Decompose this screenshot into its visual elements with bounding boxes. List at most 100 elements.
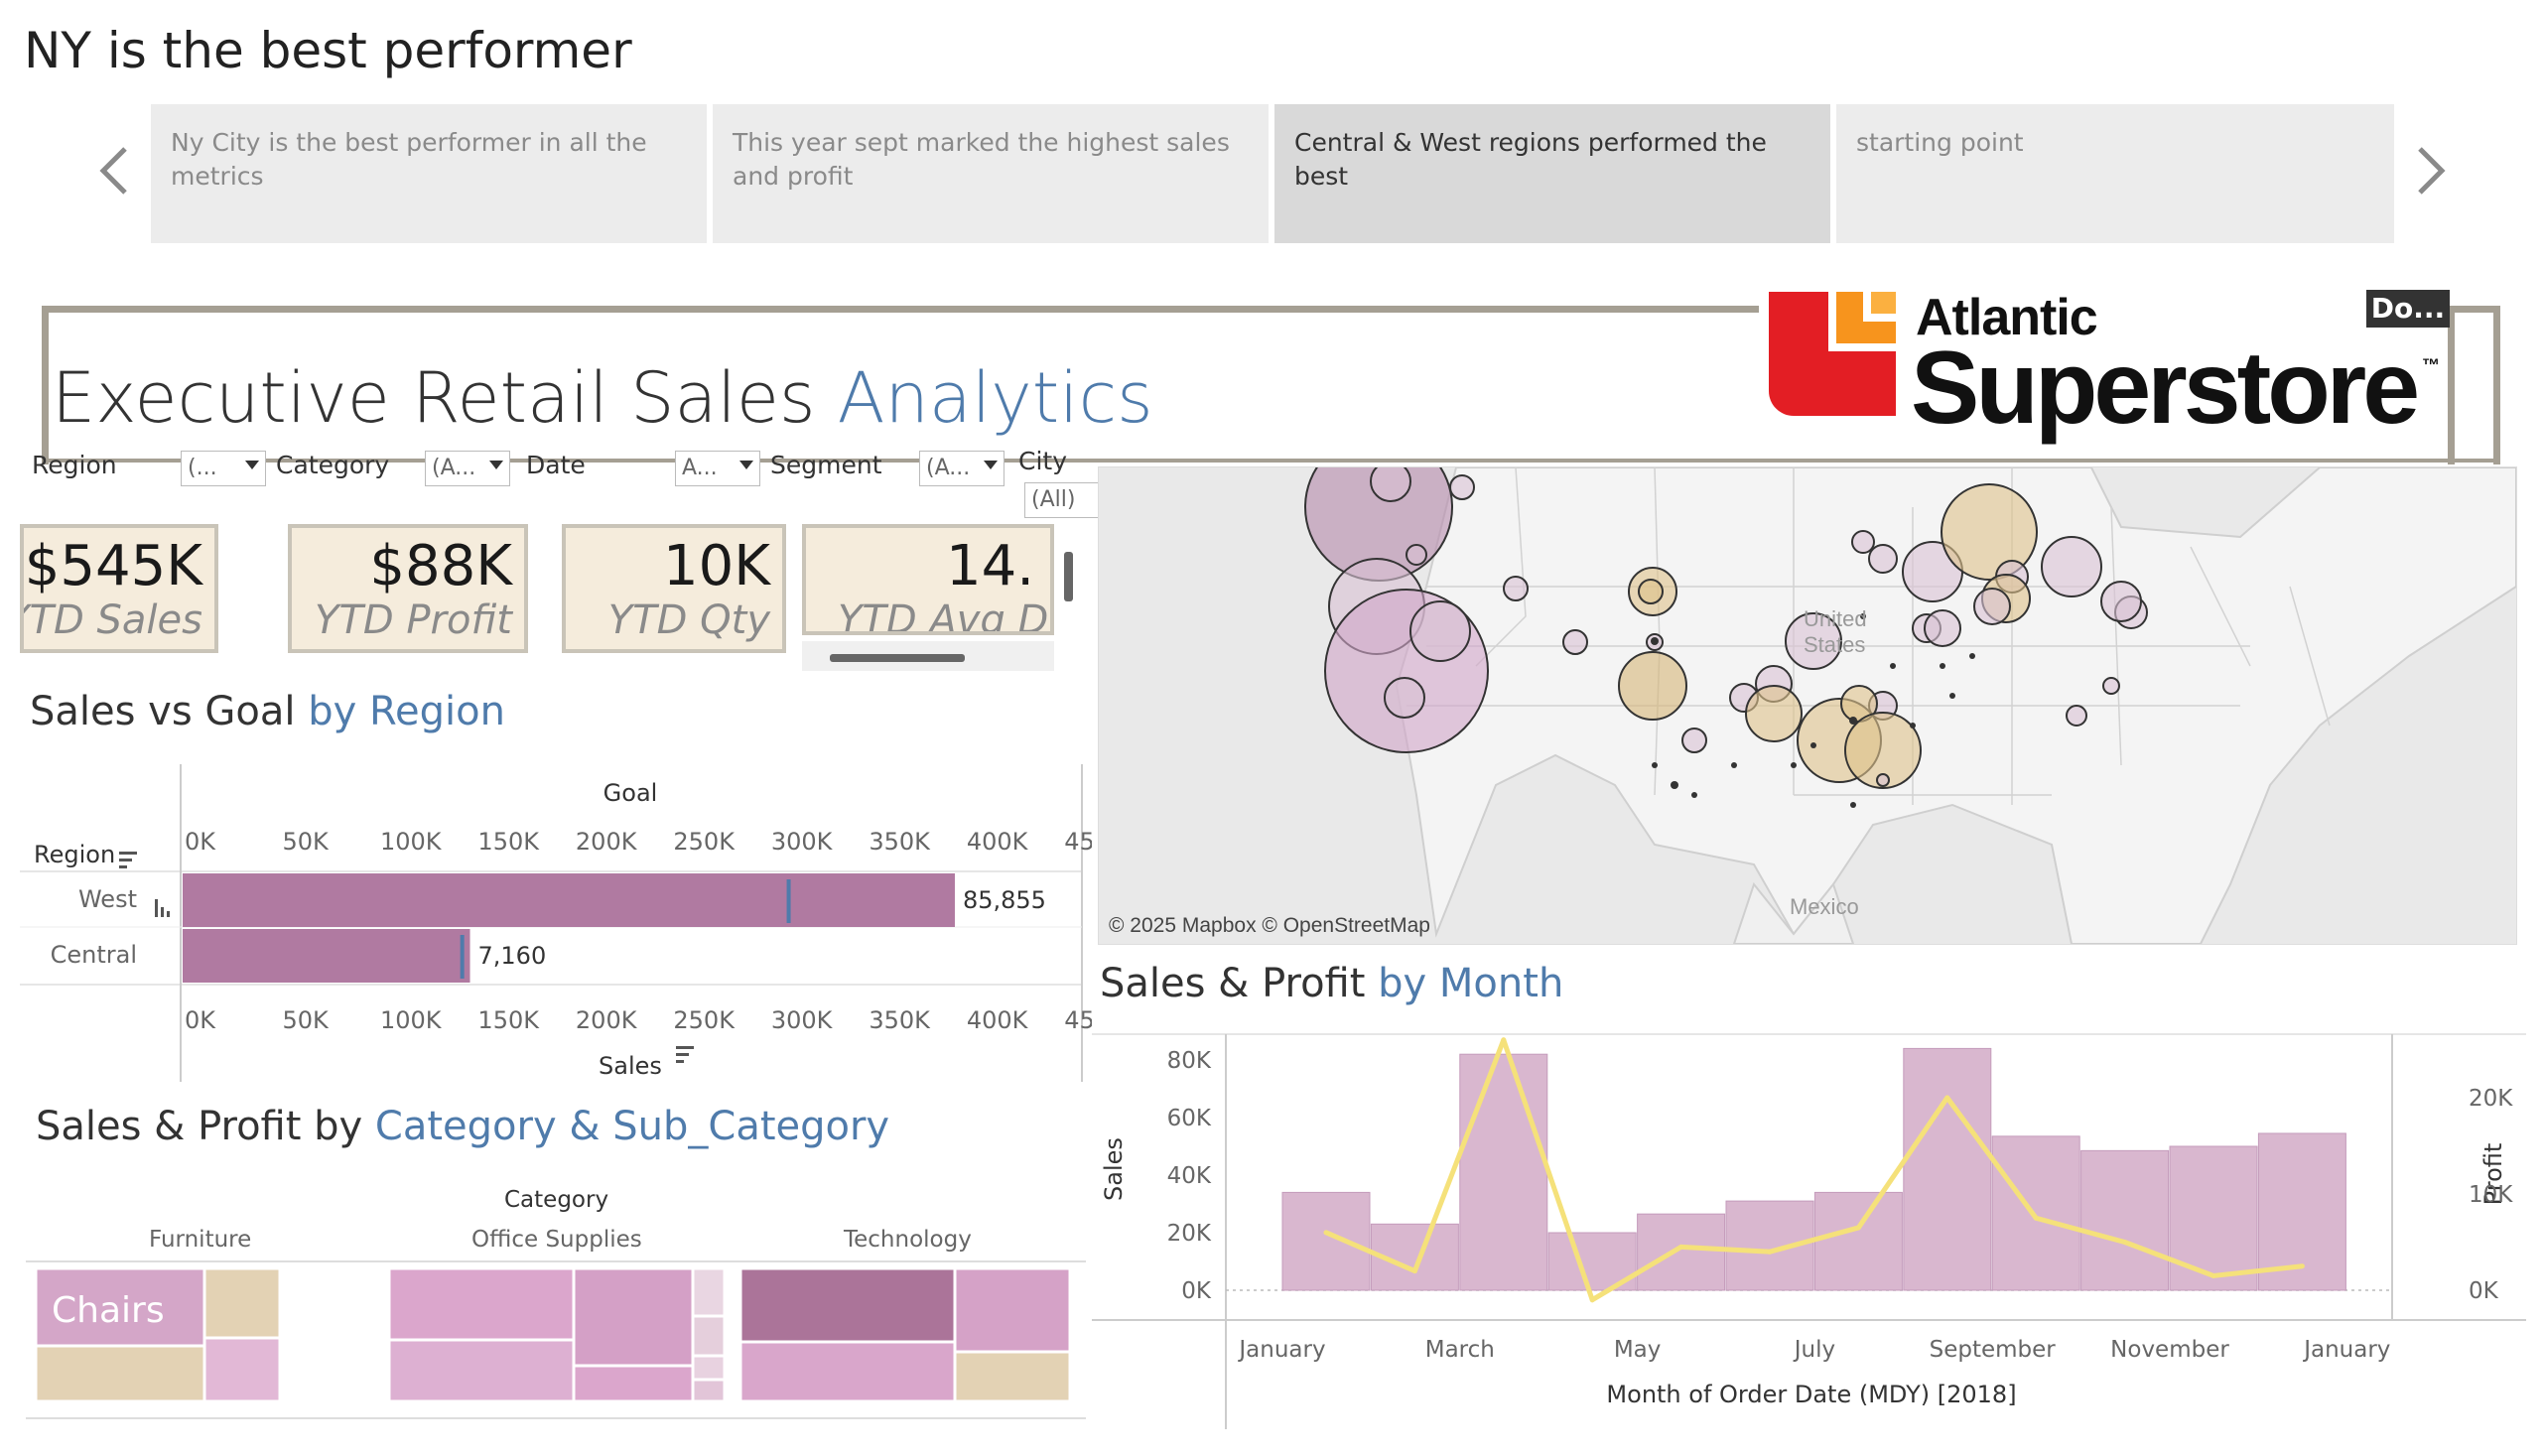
horizontal-scrollbar[interactable]: [830, 654, 965, 662]
sales-bar[interactable]: [1903, 1047, 1992, 1291]
treemap-tile[interactable]: [691, 1354, 727, 1382]
frame-left: [42, 306, 49, 464]
goal-axis-title: Goal: [603, 779, 658, 807]
chevron-right-icon[interactable]: [2410, 134, 2450, 213]
y-right-tick: 10K: [2469, 1182, 2513, 1208]
region-row-label: West: [78, 885, 137, 913]
dashboard-title: Executive Retail Sales Analytics: [52, 357, 1153, 439]
goal-marker[interactable]: [786, 879, 791, 923]
bar-data-label: 7,160: [478, 942, 547, 970]
y-axis-title-sales: Sales: [1100, 1137, 1128, 1201]
y-right-tick: 0K: [2469, 1278, 2499, 1304]
kpi-label: YTD Profit: [315, 597, 512, 643]
sales-axis-tick: 0K: [185, 1006, 216, 1034]
frame-right-outer: [2493, 306, 2500, 464]
treemap-tile[interactable]: [953, 1266, 1072, 1354]
sales-bar[interactable]: [1991, 1135, 2080, 1291]
sales-map[interactable]: United States Mexico © 2025 Mapbox © Open…: [1098, 466, 2517, 945]
treemap-tile[interactable]: [572, 1364, 695, 1403]
filter-label-region: Region: [32, 451, 117, 479]
treemap-tile[interactable]: [953, 1350, 1072, 1403]
filter-label-category: Category: [276, 451, 390, 479]
region-row-label: Central: [51, 941, 137, 969]
filter-category-dropdown[interactable]: (A...: [425, 451, 510, 486]
goal-marker[interactable]: [460, 935, 465, 979]
kpi-value: $88K: [369, 534, 512, 598]
filter-label-segment: Segment: [770, 451, 882, 479]
bar-data-label: 85,855: [963, 886, 1046, 914]
kpi-label: YTD Qty: [607, 597, 770, 643]
x-axis-title: Month of Order Date (MDY) [2018]: [1606, 1381, 2016, 1408]
filter-segment-dropdown[interactable]: (A...: [919, 451, 1004, 486]
kpi-value: 14.: [945, 534, 1034, 598]
sales-bar[interactable]: [1813, 1191, 1903, 1291]
sales-bar[interactable]: [1281, 1191, 1371, 1291]
y-left-tick: 40K: [1167, 1163, 1212, 1189]
kpi-ytd-avg-discount: 14. YTD Avg Dis: [802, 524, 1054, 635]
treemap-tile[interactable]: [202, 1266, 282, 1340]
x-axis-tick: September: [1930, 1337, 2057, 1363]
goal-axis-tick: 50K: [282, 828, 330, 856]
filter-date-dropdown[interactable]: A...: [675, 451, 760, 486]
chevron-left-icon[interactable]: [95, 134, 135, 213]
sales-axis-tick: 300K: [771, 1006, 834, 1034]
vertical-scrollbar[interactable]: [1064, 552, 1073, 601]
category-col-office-supplies: Office Supplies: [471, 1227, 642, 1253]
sort-icon[interactable]: [676, 1046, 694, 1063]
map-attribution[interactable]: © 2025 Mapbox © OpenStreetMap: [1109, 914, 1430, 938]
story-point-1[interactable]: Ny City is the best performer in all the…: [151, 104, 707, 243]
sales-axis-title: Sales: [599, 1052, 662, 1080]
x-axis-tick: March: [1425, 1337, 1495, 1363]
sales-vs-goal-title: Sales vs Goal by Region: [30, 689, 505, 734]
sales-bar[interactable]: [2169, 1145, 2258, 1291]
monthly-title: Sales & Profit by Month: [1100, 961, 1564, 1006]
y-left-tick: 80K: [1167, 1048, 1212, 1074]
sales-axis-tick: 150K: [477, 1006, 540, 1034]
sales-bar[interactable]: [1459, 1053, 1548, 1291]
category-header: Category: [504, 1187, 609, 1213]
sales-bar[interactable]: [2080, 1149, 2170, 1291]
x-axis-tick: November: [2110, 1337, 2229, 1363]
story-point-4[interactable]: starting point: [1836, 104, 2394, 243]
download-button[interactable]: Do...: [2366, 290, 2450, 328]
story-point-3[interactable]: Central & West regions performed the bes…: [1274, 104, 1830, 243]
treemap-tile[interactable]: [387, 1338, 576, 1403]
category-title: Sales & Profit by Category & Sub_Categor…: [36, 1104, 890, 1149]
story-point-label: starting point: [1856, 128, 2024, 157]
goal-axis-tick: 200K: [576, 828, 638, 856]
x-axis-tick: May: [1614, 1337, 1662, 1363]
treemap-tile[interactable]: [738, 1266, 957, 1344]
kpi-label: YTD Avg Dis: [838, 597, 1050, 635]
goal-axis-tick: 300K: [771, 828, 834, 856]
sales-bar[interactable]: [183, 929, 470, 983]
kpi-ytd-sales: $545K YTD Sales: [20, 524, 218, 653]
story-point-2[interactable]: This year sept marked the highest sales …: [713, 104, 1269, 243]
treemap-tile[interactable]: [691, 1378, 727, 1403]
region-row-header: Region: [34, 841, 115, 868]
sort-icon[interactable]: [119, 852, 137, 868]
story-point-label: Ny City is the best performer in all the…: [171, 128, 647, 191]
category-col-furniture: Furniture: [149, 1227, 252, 1253]
y-left-tick: 60K: [1167, 1106, 1212, 1131]
treemap-tile[interactable]: [691, 1266, 727, 1318]
story-point-label: Central & West regions performed the bes…: [1294, 128, 1767, 191]
filter-label-date: Date: [526, 451, 586, 479]
sales-axis-tick: 50K: [282, 1006, 330, 1034]
frame-right: [2448, 306, 2455, 464]
treemap-label-chairs: Chairs: [52, 1290, 165, 1331]
goal-axis-tick: 100K: [380, 828, 443, 856]
treemap-tile[interactable]: [387, 1266, 576, 1342]
sales-bar[interactable]: [183, 873, 955, 927]
y-right-tick: 20K: [2469, 1086, 2513, 1112]
sales-axis-tick: 200K: [576, 1006, 638, 1034]
treemap-tile[interactable]: [691, 1314, 727, 1358]
treemap-tile[interactable]: [34, 1344, 206, 1403]
treemap-tile[interactable]: [572, 1266, 695, 1368]
treemap-tile[interactable]: [738, 1340, 957, 1403]
filter-region-dropdown[interactable]: (...: [181, 451, 266, 486]
category-treemap[interactable]: Chairs: [0, 1260, 1092, 1419]
sales-bar[interactable]: [1637, 1213, 1726, 1291]
bar-chart-icon[interactable]: [155, 899, 170, 917]
sales-profit-by-month-chart: Sales Profit Month of Order Date (MDY) […: [1092, 1033, 2526, 1429]
treemap-tile[interactable]: [202, 1336, 282, 1403]
